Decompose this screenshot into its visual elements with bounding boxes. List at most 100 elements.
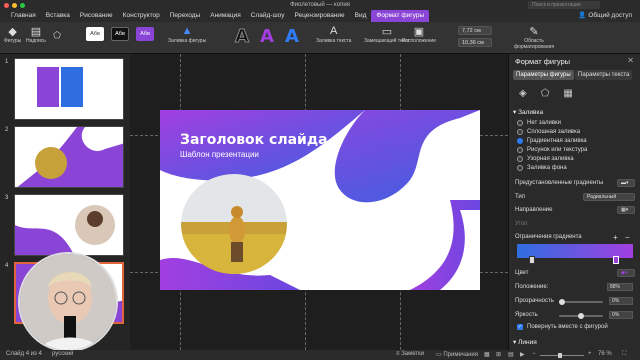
fill-option-picture[interactable]: Рисунок или текстура	[517, 147, 587, 153]
text-fill-button[interactable]: A Заливка текста	[316, 24, 351, 44]
radio-icon	[517, 147, 523, 153]
rotate-with-shape-checkbox[interactable]: ✓ Повернуть вместе с фигурой	[517, 324, 608, 330]
size-properties-icon[interactable]: ▦	[563, 88, 572, 99]
slide-photo[interactable]	[181, 174, 287, 274]
format-shape-pane: Формат фигуры ✕ Параметры фигуры Парамет…	[508, 54, 640, 350]
wordart-style-3[interactable]: A	[285, 26, 299, 47]
presenter-image	[20, 254, 116, 350]
fill-option-label: Градиентная заливка	[527, 138, 587, 144]
edit-shape-icon: ⬠	[53, 29, 61, 40]
fill-section-header[interactable]: ▾ Заливка	[513, 108, 543, 116]
gradient-angle-label: Угол	[515, 221, 528, 227]
tab-shape-options[interactable]: Параметры фигуры	[513, 70, 574, 80]
gradient-stop-1[interactable]	[529, 256, 535, 264]
notes-icon: ≡	[396, 351, 400, 357]
zoom-in-icon[interactable]: +	[588, 351, 592, 357]
gradient-direction-label: Направление	[515, 207, 553, 213]
share-button[interactable]: 👤 Общий доступ	[578, 10, 632, 22]
slide-thumbnail-3[interactable]	[14, 194, 124, 256]
slide-number-1: 1	[5, 59, 9, 65]
format-pane-title: Формат фигуры	[515, 57, 571, 66]
fit-slide-icon[interactable]: ⛶	[622, 351, 626, 358]
line-section-header[interactable]: ▾ Линия	[513, 338, 537, 346]
share-label: Общий доступ	[588, 12, 632, 19]
fill-option-solid[interactable]: Сплошная заливка	[517, 129, 580, 135]
fill-option-gradient[interactable]: Градиентная заливка	[517, 138, 587, 144]
tab-insert[interactable]: Вставка	[41, 10, 75, 22]
thumb-2-title: Заголовок слайда	[19, 131, 64, 137]
fill-option-label: Сплошная заливка	[527, 129, 581, 135]
fill-line-icon[interactable]: ◈	[519, 88, 527, 99]
preset-gradients-dropdown[interactable]: ▬▾	[617, 179, 635, 187]
gradient-type-dropdown[interactable]: Радиальный	[583, 193, 635, 201]
slide-sorter-icon[interactable]: ⊞	[496, 351, 501, 358]
tab-slideshow[interactable]: Слайд-шоу	[246, 10, 290, 22]
slide-title[interactable]: Заголовок слайда	[180, 132, 328, 148]
gradient-stop-2-selected[interactable]	[613, 256, 619, 264]
tab-text-options[interactable]: Параметры текста	[575, 70, 633, 80]
tab-home[interactable]: Главная	[6, 10, 41, 22]
slide-number-2: 2	[5, 127, 9, 133]
shape-style-1[interactable]: Абв	[86, 27, 104, 41]
arrange-label: Расположение	[402, 38, 436, 44]
gradient-direction-dropdown[interactable]: ▦▾	[617, 206, 635, 214]
transparency-label: Прозрачность	[515, 298, 554, 304]
status-bar: Слайд 4 из 4 русский ≡ Заметки ▭ Примеча…	[0, 350, 640, 360]
language-indicator[interactable]: русский	[52, 351, 74, 357]
slider-knob[interactable]	[578, 313, 584, 319]
zoom-slider[interactable]	[540, 353, 584, 358]
effects-icon[interactable]: ⬠	[541, 88, 550, 99]
shape-style-3[interactable]: Абв	[136, 27, 154, 41]
zoom-out-icon[interactable]: −	[532, 351, 536, 357]
wordart-style-1[interactable]: A	[235, 26, 250, 48]
add-stop-icon[interactable]: +	[613, 233, 618, 242]
current-slide[interactable]: Заголовок слайда Шаблон презентации	[160, 110, 480, 290]
shape-height-field[interactable]: 7,72 см	[458, 26, 492, 35]
fill-option-label: Узорная заливка	[527, 156, 574, 162]
textbox-button[interactable]: ▤ Надпись	[26, 24, 46, 45]
stop-color-picker[interactable]: ◆▾	[617, 269, 635, 277]
stop-position-label: Положение:	[515, 284, 549, 290]
slider-knob[interactable]	[559, 299, 565, 305]
tab-view[interactable]: Вид	[350, 10, 372, 22]
brush-icon: ✎	[529, 25, 539, 38]
fill-option-pattern[interactable]: Узорная заливка	[517, 156, 574, 162]
arrange-button[interactable]: ▣ Расположение	[402, 24, 436, 45]
shape-width-field[interactable]: 10,36 см	[458, 38, 492, 47]
normal-view-icon[interactable]: ▦	[484, 351, 490, 358]
format-pane-label: Область форматирования	[513, 38, 555, 50]
notes-button[interactable]: ≡ Заметки	[396, 351, 424, 357]
tab-review[interactable]: Рецензирование	[289, 10, 349, 22]
tab-design[interactable]: Конструктор	[118, 10, 165, 22]
slideshow-icon[interactable]: ▶	[520, 351, 525, 358]
tab-draw[interactable]: Рисование	[75, 10, 118, 22]
shape-fill-button[interactable]: ▲ Заливка фигуры	[168, 24, 206, 44]
transparency-slider[interactable]	[559, 299, 603, 305]
comments-button[interactable]: ▭ Примечания	[436, 351, 478, 358]
remove-stop-icon[interactable]: −	[625, 233, 630, 242]
zoom-level[interactable]: 76 %	[598, 351, 612, 357]
search-input[interactable]: Поиск в презентации	[528, 1, 600, 9]
close-icon[interactable]: ✕	[627, 56, 634, 65]
zoom-slider-knob[interactable]	[558, 353, 562, 358]
slide-thumbnail-1[interactable]	[14, 58, 124, 120]
stop-position-field[interactable]: 88%	[607, 283, 633, 291]
fill-option-none[interactable]: Нет заливки	[517, 120, 561, 126]
slide-subtitle[interactable]: Шаблон презентации	[180, 150, 259, 159]
fill-option-label: Нет заливки	[527, 120, 561, 126]
tab-shape-format[interactable]: Формат фигуры	[371, 10, 430, 22]
slide-thumbnail-2[interactable]: Заголовок слайда	[14, 126, 124, 188]
shape-style-2[interactable]: Абв	[111, 27, 129, 41]
brightness-slider[interactable]	[559, 313, 603, 319]
shapes-button[interactable]: ◆ Фигуры	[4, 24, 21, 45]
transparency-field[interactable]: 0%	[609, 297, 633, 305]
edit-shape-button[interactable]: ⬠	[50, 28, 64, 42]
fill-option-background[interactable]: Заливка фона	[517, 165, 567, 171]
reading-view-icon[interactable]: ▤	[508, 351, 514, 358]
tab-transitions[interactable]: Переходы	[165, 10, 206, 22]
ribbon-tabs: Главная Вставка Рисование Конструктор Пе…	[0, 10, 640, 22]
brightness-field[interactable]: 0%	[609, 311, 633, 319]
format-pane-button[interactable]: ✎ Область форматирования	[512, 24, 556, 51]
tab-animation[interactable]: Анимация	[205, 10, 246, 22]
wordart-style-2[interactable]: A	[260, 26, 274, 47]
